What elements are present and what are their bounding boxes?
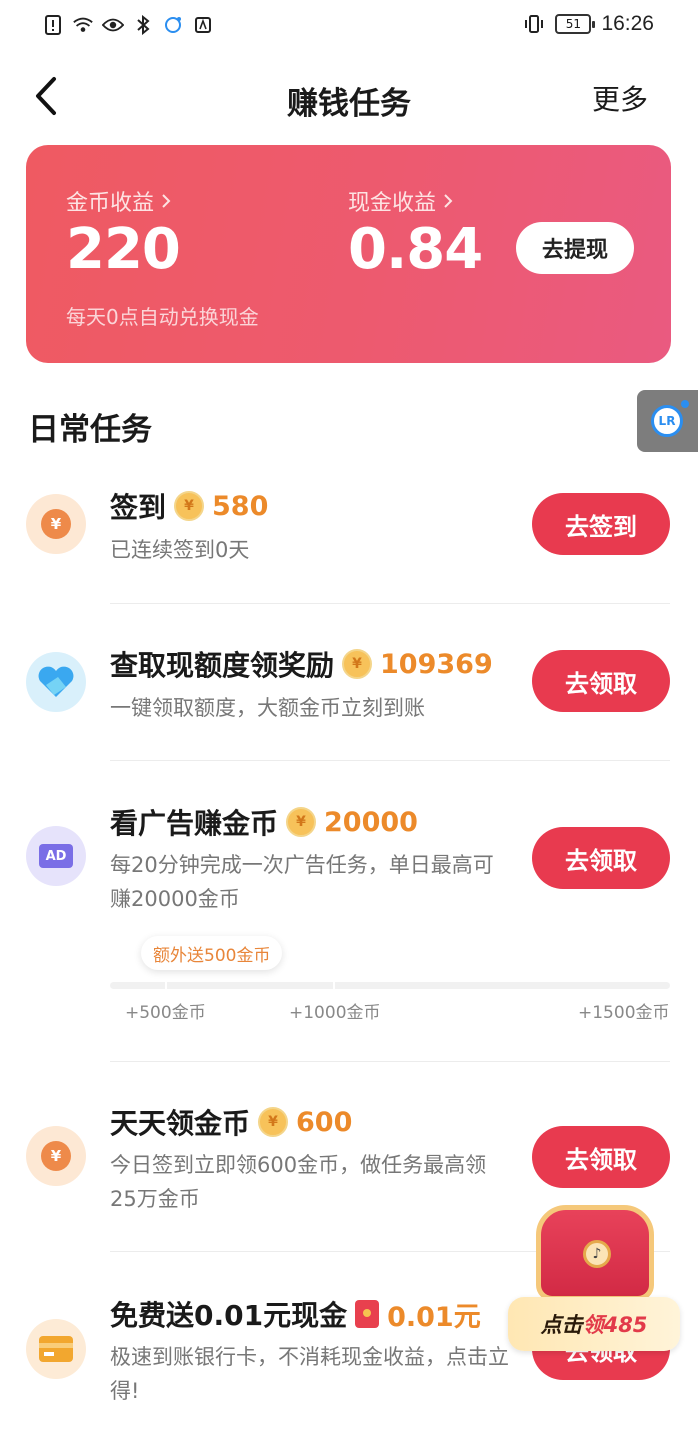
task-reward: 20000 bbox=[324, 806, 418, 838]
nav-bar: 赚钱任务 更多 bbox=[0, 60, 698, 136]
task-reward: 109369 bbox=[380, 648, 493, 680]
gold-coin-icon: ¥ bbox=[286, 807, 317, 837]
task-title-row: 天天领金币 ¥ 600 bbox=[110, 1102, 352, 1142]
alert-icon bbox=[42, 14, 64, 36]
claim-button[interactable]: 去领取 bbox=[532, 827, 670, 889]
gold-coin-icon: ¥ bbox=[174, 491, 205, 521]
exchange-note: 每天0点自动兑换现金 bbox=[66, 305, 259, 329]
task-desc: 极速到账银行卡，不消耗现金收益，点击立得! bbox=[110, 1345, 509, 1403]
font-icon bbox=[192, 14, 214, 36]
progress-tick bbox=[333, 982, 335, 989]
task-title-row: 看广告赚金币 ¥ 20000 bbox=[110, 802, 418, 842]
withdraw-button[interactable]: 去提现 bbox=[516, 222, 634, 274]
chevron-right-icon bbox=[444, 194, 453, 208]
coin-icon: ¥ bbox=[26, 494, 86, 554]
task-desc: 一键领取额度，大额金币立刻到账 bbox=[110, 696, 425, 720]
clock: 16:26 bbox=[601, 12, 654, 35]
earnings-card: 金币收益 220 现金收益 0.84 去提现 每天0点自动兑换现金 bbox=[26, 145, 671, 363]
claim-button[interactable]: 去领取 bbox=[532, 1126, 670, 1188]
task-title: 天天领金币 bbox=[110, 1107, 251, 1140]
milestone-label: +1500金币 bbox=[578, 1003, 670, 1023]
sign-in-button[interactable]: 去签到 bbox=[532, 493, 670, 555]
battery-icon: 51 bbox=[555, 14, 596, 34]
task-title: 查取现额度领奖励 bbox=[110, 649, 335, 682]
vibrate-icon bbox=[523, 13, 545, 35]
divider bbox=[110, 1061, 670, 1062]
coin-earnings-value: 220 bbox=[66, 217, 181, 282]
task-title: 签到 bbox=[110, 491, 167, 524]
daily-tasks-title: 日常任务 bbox=[28, 412, 152, 448]
status-bar: 51 16:26 bbox=[0, 0, 698, 52]
task-reward: 580 bbox=[212, 490, 269, 522]
gold-coin-icon: ¥ bbox=[258, 1107, 289, 1137]
ad-icon: AD bbox=[26, 826, 86, 886]
heart-app-icon bbox=[26, 652, 86, 712]
task-reward: 600 bbox=[296, 1106, 353, 1138]
more-button[interactable]: 更多 bbox=[592, 78, 648, 118]
floating-assistant-button[interactable]: LR bbox=[637, 390, 698, 452]
milestone-label: +500金币 bbox=[125, 1003, 206, 1023]
wifi-icon bbox=[72, 14, 94, 36]
divider bbox=[110, 603, 670, 604]
cash-earnings-value: 0.84 bbox=[348, 217, 483, 282]
lr-logo-icon: LR bbox=[651, 405, 683, 437]
treasure-reward: 领485 bbox=[582, 1313, 648, 1337]
treasure-prefix: 点击 bbox=[540, 1313, 583, 1337]
cash-earnings-label: 现金收益 bbox=[348, 191, 437, 216]
task-title-row: 签到 ¥ 580 bbox=[110, 486, 268, 526]
app-notification-icon bbox=[162, 14, 184, 36]
claim-button[interactable]: 去领取 bbox=[532, 650, 670, 712]
task-title-row: 免费送0.01元现金 0.01元 bbox=[110, 1294, 481, 1334]
task-desc: 已连续签到0天 bbox=[110, 538, 250, 562]
progress-tick bbox=[165, 982, 167, 989]
bonus-tip: 额外送500金币 bbox=[141, 936, 283, 970]
milestone-label: +1000金币 bbox=[289, 1003, 381, 1023]
cash-earnings[interactable]: 现金收益 0.84 bbox=[348, 185, 483, 282]
eye-icon bbox=[102, 14, 124, 36]
task-desc: 今日签到立即领600金币，做任务最高领25万金币 bbox=[110, 1153, 487, 1211]
treasure-chest-widget[interactable]: ♪ 点击 领485 bbox=[508, 1205, 688, 1355]
task-title: 免费送0.01元现金 bbox=[110, 1299, 348, 1332]
ad-progress-bar bbox=[110, 982, 670, 989]
treasure-chest-icon: ♪ bbox=[536, 1205, 654, 1301]
gold-coin-icon: ¥ bbox=[342, 649, 373, 679]
notification-dot bbox=[681, 400, 689, 408]
task-reward: 0.01元 bbox=[387, 1301, 481, 1333]
coin-earnings-label: 金币收益 bbox=[66, 191, 155, 216]
treasure-label: 点击 领485 bbox=[508, 1297, 680, 1351]
coin-earnings[interactable]: 金币收益 220 bbox=[66, 185, 181, 282]
divider bbox=[110, 760, 670, 761]
coin-icon: ¥ bbox=[26, 1126, 86, 1186]
task-title: 看广告赚金币 bbox=[110, 807, 279, 840]
red-packet-icon bbox=[355, 1300, 380, 1328]
bluetooth-icon bbox=[132, 14, 154, 36]
chevron-right-icon bbox=[162, 194, 171, 208]
task-title-row: 查取现额度领奖励 ¥ 109369 bbox=[110, 644, 493, 684]
task-desc: 每20分钟完成一次广告任务，单日最高可赚20000金币 bbox=[110, 853, 494, 911]
bank-card-icon bbox=[26, 1319, 86, 1379]
